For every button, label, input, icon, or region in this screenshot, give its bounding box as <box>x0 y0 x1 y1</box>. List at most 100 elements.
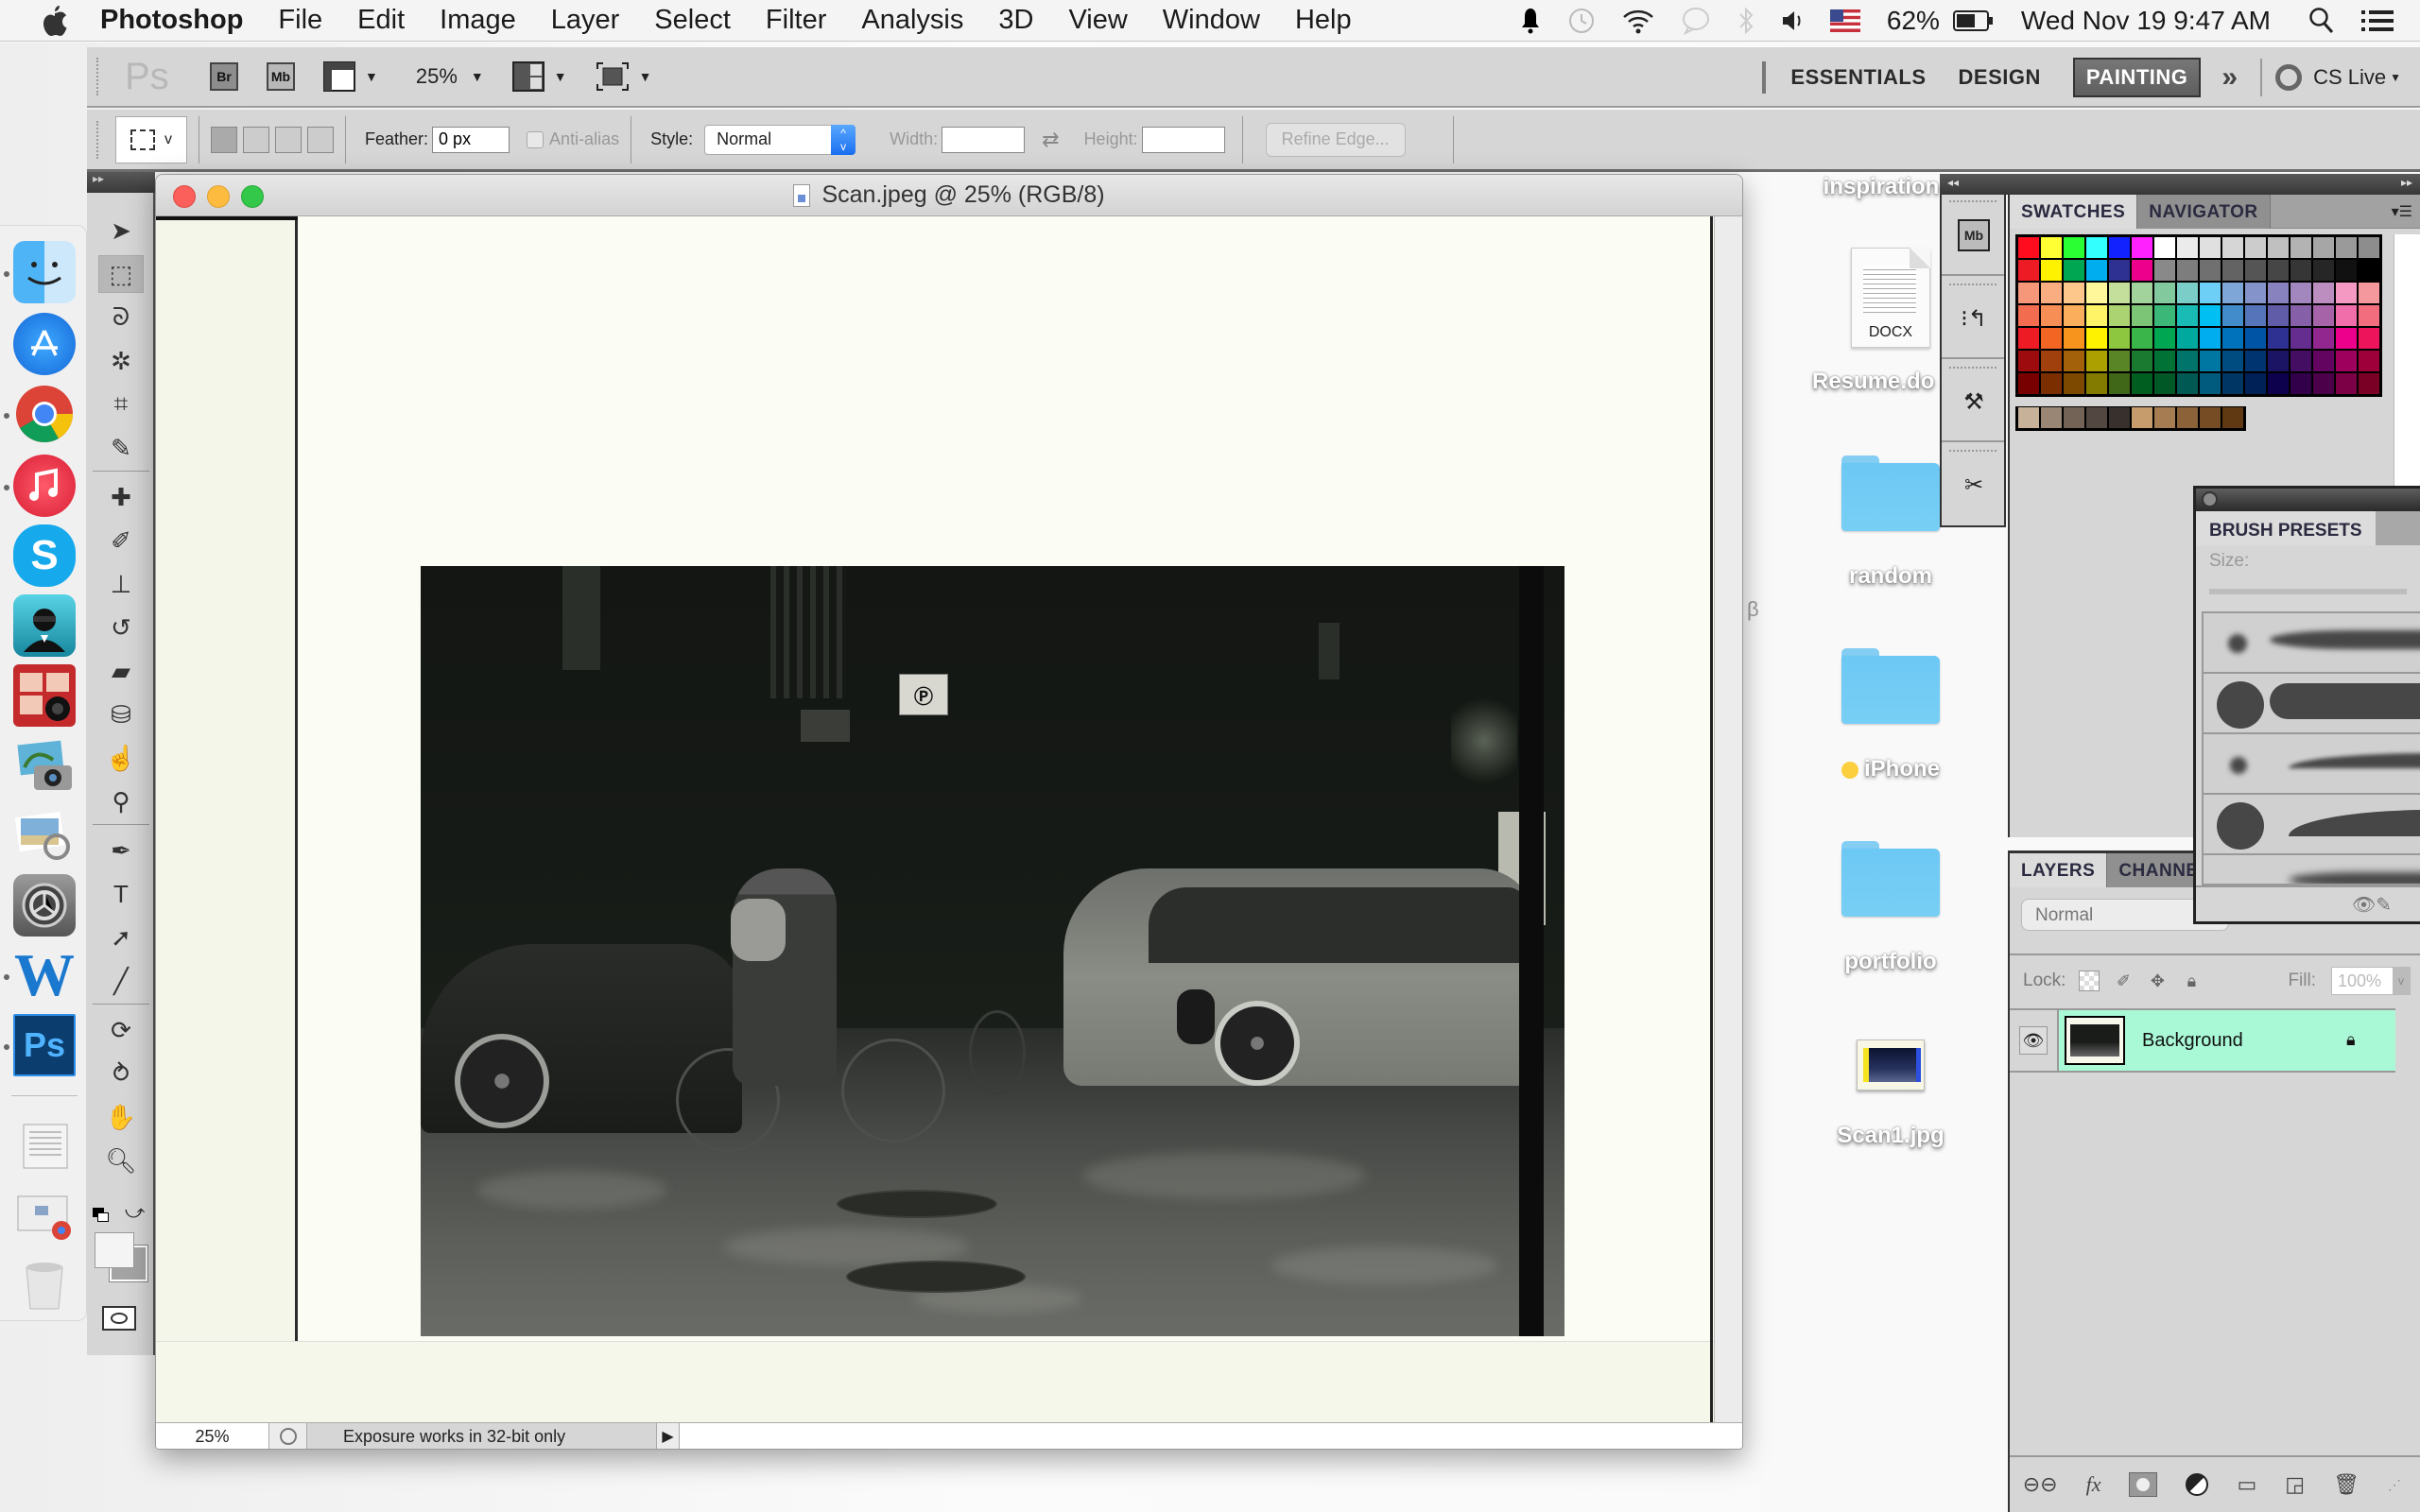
color-swatch[interactable] <box>2154 260 2175 281</box>
notification-bell-icon[interactable] <box>1520 7 1541 35</box>
color-swatch[interactable] <box>2041 283 2062 303</box>
color-swatch[interactable] <box>2086 305 2107 326</box>
color-swatch[interactable] <box>2109 373 2130 394</box>
color-swatch[interactable] <box>2064 283 2084 303</box>
color-swatch[interactable] <box>2177 351 2198 371</box>
color-swatch[interactable] <box>2018 260 2039 281</box>
width-input[interactable] <box>942 126 1026 153</box>
color-swatch[interactable] <box>2109 260 2130 281</box>
color-swatch[interactable] <box>2268 351 2289 371</box>
color-swatch[interactable] <box>2290 328 2311 349</box>
desktop-folder-inspiration[interactable]: inspiration <box>1801 174 1962 200</box>
rectangular-marquee-tool[interactable]: ⬚ <box>98 255 144 293</box>
color-swatch[interactable] <box>2041 305 2062 326</box>
color-swatch[interactable] <box>2086 407 2107 428</box>
color-swatch[interactable] <box>2245 260 2266 281</box>
color-swatch[interactable] <box>2336 260 2357 281</box>
zoom-level-dropdown[interactable]: 25% ▼ <box>416 64 484 89</box>
color-swatch[interactable] <box>2290 237 2311 258</box>
dock-finder[interactable] <box>13 241 76 303</box>
clone-source-panel-button[interactable]: ✂ <box>1942 444 2004 525</box>
dock-agent-app[interactable] <box>13 594 76 657</box>
color-swatch[interactable] <box>2041 260 2062 281</box>
minimize-window-button[interactable] <box>207 185 230 208</box>
color-swatch[interactable] <box>2313 373 2334 394</box>
clock[interactable]: Wed Nov 19 9:47 AM <box>2021 6 2271 36</box>
add-mask-icon[interactable] <box>2129 1472 2158 1497</box>
color-swatch[interactable] <box>2200 260 2221 281</box>
color-swatch[interactable] <box>2132 351 2152 371</box>
desktop-file-scan1[interactable]: Scan1.jpg <box>1810 1040 1971 1149</box>
tool-preset-picker[interactable]: v <box>115 115 187 163</box>
line-tool[interactable]: ╱ <box>98 962 144 1000</box>
color-swatch[interactable] <box>2154 237 2175 258</box>
color-swatch[interactable] <box>2086 283 2107 303</box>
color-swatch[interactable] <box>2268 283 2289 303</box>
dock-documents-stack[interactable] <box>13 1114 76 1177</box>
menu-3d[interactable]: 3D <box>998 5 1033 36</box>
move-tool[interactable]: ➤ <box>98 212 144 249</box>
notification-center-icon[interactable] <box>2361 9 2394 33</box>
document-title-bar[interactable]: Scan.jpeg @ 25% (RGB/8) <box>156 175 1742 216</box>
menu-help[interactable]: Help <box>1295 5 1352 36</box>
color-swatch[interactable] <box>2336 305 2357 326</box>
color-swatch[interactable] <box>2336 373 2357 394</box>
paint-bucket-tool[interactable]: ⛁ <box>98 696 144 733</box>
launch-mini-bridge-button[interactable]: Mb <box>267 62 295 91</box>
tools-panel-header[interactable]: ▸▸ <box>87 172 155 193</box>
status-info-icon[interactable] <box>269 1423 307 1449</box>
collapse-icon[interactable]: ◂◂ <box>1947 176 1959 189</box>
color-swatch[interactable] <box>2109 283 2130 303</box>
color-swatch[interactable] <box>2041 237 2062 258</box>
color-swatch[interactable] <box>2018 373 2039 394</box>
vertical-scrollbar[interactable] <box>1714 216 1742 1424</box>
tab-brush-presets[interactable]: BRUSH PRESETS <box>2196 511 2376 545</box>
menu-view[interactable]: View <box>1068 5 1127 36</box>
document-canvas[interactable]: Ⓟ <box>156 216 1716 1424</box>
brush-preset-soft-small[interactable] <box>2204 613 2420 674</box>
default-colors-icon[interactable] <box>93 1208 110 1223</box>
color-swatch[interactable] <box>2132 328 2152 349</box>
3d-rotate-tool[interactable]: ⟳ <box>98 1011 144 1049</box>
color-swatch[interactable] <box>2086 260 2107 281</box>
height-input[interactable] <box>1141 126 1225 153</box>
color-swatch[interactable] <box>2290 283 2311 303</box>
color-swatch[interactable] <box>2154 328 2175 349</box>
color-swatch[interactable] <box>2109 351 2130 371</box>
cs-live-button[interactable]: CS Live ▼ <box>2262 64 2401 91</box>
delete-layer-icon[interactable]: 🗑︎ <box>2333 1472 2360 1497</box>
brush-preset-hard-large[interactable] <box>2204 674 2420 734</box>
blur-tool[interactable]: ☝ <box>98 739 144 777</box>
wifi-icon[interactable] <box>1622 8 1654 34</box>
menu-app-photoshop[interactable]: Photoshop <box>100 5 243 36</box>
color-swatch[interactable] <box>2041 328 2062 349</box>
brush-tool[interactable]: ✐ <box>98 522 144 559</box>
menu-image[interactable]: Image <box>440 5 516 36</box>
swap-colors-icon[interactable]: ⤻ <box>125 1202 145 1224</box>
desktop-folder-portfolio[interactable]: portfolio <box>1810 841 1971 975</box>
zoom-window-button[interactable] <box>241 185 264 208</box>
color-swatch[interactable] <box>2018 237 2039 258</box>
status-zoom-field[interactable]: 25% <box>156 1423 269 1449</box>
launch-bridge-button[interactable]: Br <box>210 62 238 91</box>
color-swatch[interactable] <box>2313 328 2334 349</box>
lasso-tool[interactable]: ᘐ <box>98 299 144 336</box>
color-swatch[interactable] <box>2064 328 2084 349</box>
color-swatch[interactable] <box>2268 260 2289 281</box>
style-select[interactable]: Normal ^ v <box>704 124 856 155</box>
color-swatch[interactable] <box>2359 283 2379 303</box>
workspace-essentials[interactable]: ESSENTIALS <box>1790 65 1926 90</box>
tab-navigator[interactable]: NAVIGATOR <box>2137 195 2271 229</box>
color-swatch[interactable] <box>2154 283 2175 303</box>
color-swatch[interactable] <box>2177 305 2198 326</box>
color-swatch[interactable] <box>2222 407 2243 428</box>
color-swatch[interactable] <box>2200 328 2221 349</box>
color-swatch[interactable] <box>2222 237 2243 258</box>
color-swatch[interactable] <box>2222 305 2243 326</box>
quick-mask-button[interactable] <box>102 1306 136 1331</box>
adjustment-layer-icon[interactable] <box>2186 1473 2209 1496</box>
apple-menu-icon[interactable] <box>38 4 72 38</box>
color-swatch[interactable] <box>2336 328 2357 349</box>
color-swatch[interactable] <box>2064 305 2084 326</box>
color-swatch[interactable] <box>2109 237 2130 258</box>
